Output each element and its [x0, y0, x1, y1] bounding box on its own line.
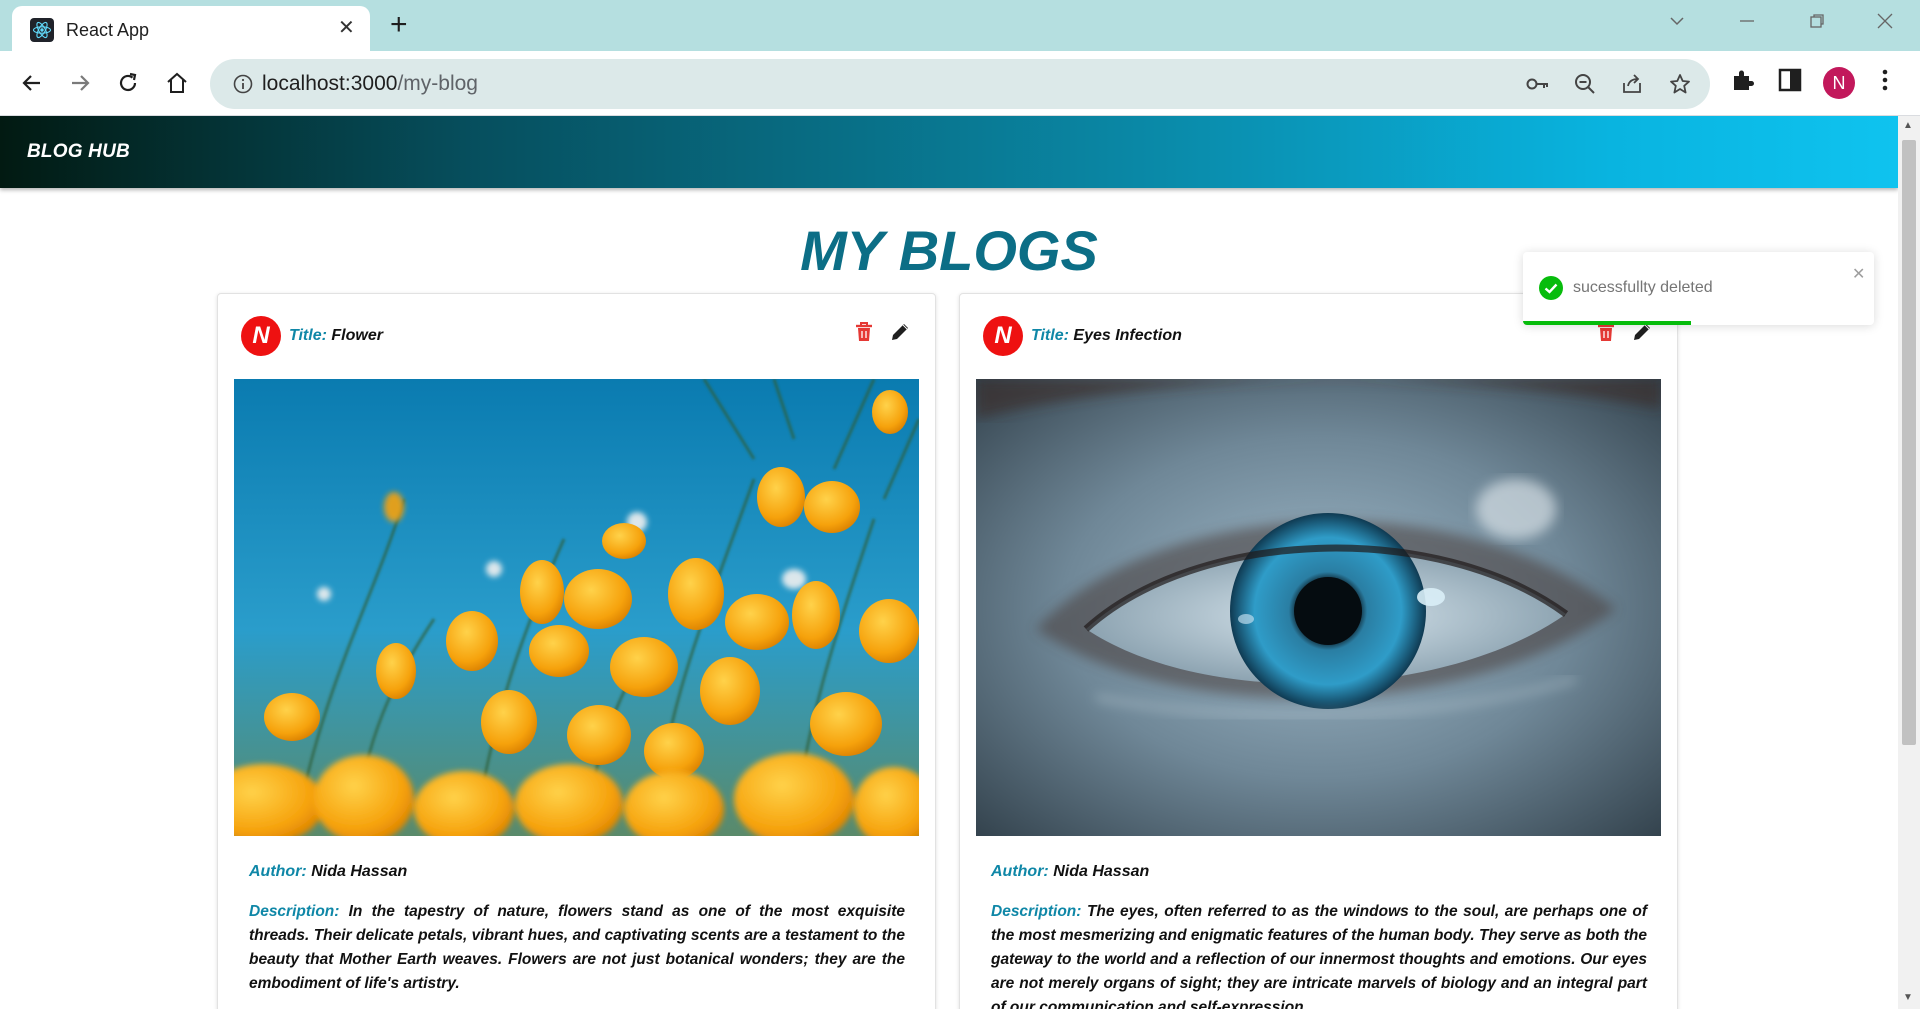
description-value: In the tapestry of nature, flowers stand…	[249, 903, 905, 992]
tab-title: React App	[66, 20, 150, 40]
url-path: /my-blog	[397, 72, 478, 95]
site-info-icon[interactable]	[232, 73, 254, 100]
author-label: Author:	[991, 863, 1049, 880]
blog-author: Author: Nida Hassan	[991, 863, 1149, 881]
title-label: Title:	[1031, 327, 1069, 344]
toast-notification: sucessfullty deleted ✕	[1523, 252, 1874, 325]
blog-author: Author: Nida Hassan	[249, 863, 407, 881]
title-value: Eyes Infection	[1073, 327, 1182, 344]
kebab-menu-icon[interactable]	[1880, 67, 1890, 98]
description-label: Description:	[249, 903, 340, 920]
description-label: Description:	[991, 903, 1082, 920]
back-arrow-icon[interactable]	[16, 67, 48, 99]
app-navbar: BLOG HUB	[0, 116, 1898, 188]
browser-tab[interactable]: React App ✕	[12, 6, 370, 51]
browser-tab-strip: React App ✕ +	[0, 0, 1920, 51]
blog-card: N Title: Flower Author: Nida Hassan Desc…	[217, 293, 936, 1009]
new-tab-plus-icon[interactable]: +	[390, 10, 408, 40]
success-check-icon	[1539, 276, 1563, 305]
extensions-puzzle-icon[interactable]	[1730, 67, 1756, 98]
blog-description: Description: The eyes, often referred to…	[991, 900, 1647, 1009]
blog-description: Description: In the tapestry of nature, …	[249, 900, 905, 996]
delete-trash-icon[interactable]	[853, 320, 875, 344]
blog-title: Title: Flower	[289, 327, 383, 345]
tab-close-icon[interactable]: ✕	[338, 16, 355, 40]
scrollbar-thumb[interactable]	[1902, 140, 1916, 745]
profile-avatar[interactable]: N	[1823, 67, 1855, 99]
forward-arrow-icon[interactable]	[64, 67, 96, 99]
address-bar[interactable]: localhost:3000/my-blog	[210, 59, 1710, 109]
bookmark-star-icon[interactable]	[1668, 72, 1692, 101]
author-label: Author:	[249, 863, 307, 880]
toast-progress-bar	[1523, 321, 1692, 325]
toast-message: sucessfullty deleted	[1573, 279, 1713, 296]
title-label: Title:	[289, 327, 327, 344]
blog-image-eye	[976, 379, 1661, 836]
key-icon[interactable]	[1525, 72, 1551, 101]
minimize-icon[interactable]	[1738, 12, 1756, 36]
blog-card: N Title: Eyes Infection Author: Nida Has…	[959, 293, 1678, 1009]
close-window-icon[interactable]	[1876, 12, 1894, 36]
tab-search-chevron-icon[interactable]	[1668, 12, 1686, 36]
restore-icon[interactable]	[1808, 12, 1826, 36]
share-icon[interactable]	[1620, 72, 1644, 101]
description-value: The eyes, often referred to as the windo…	[991, 903, 1648, 1009]
page-viewport: BLOG HUB MY BLOGS N Title: Flower Author…	[0, 116, 1898, 1009]
blog-title: Title: Eyes Infection	[1031, 327, 1182, 345]
react-logo-icon	[30, 18, 54, 42]
author-value: Nida Hassan	[1053, 863, 1150, 880]
brand-logo[interactable]: BLOG HUB	[27, 141, 130, 163]
url-host: localhost:3000	[262, 72, 398, 95]
author-avatar: N	[983, 316, 1023, 356]
browser-toolbar: localhost:3000/my-blog N	[0, 51, 1920, 116]
title-value: Flower	[331, 327, 383, 344]
author-value: Nida Hassan	[311, 863, 408, 880]
edit-pencil-icon[interactable]	[888, 320, 912, 344]
scroll-up-arrow-icon[interactable]: ▲	[1903, 120, 1913, 131]
url-text: localhost:3000/my-blog	[262, 72, 478, 96]
scroll-down-arrow-icon[interactable]: ▼	[1903, 992, 1913, 1003]
reload-icon[interactable]	[112, 67, 144, 99]
home-icon[interactable]	[161, 67, 193, 99]
side-panel-icon[interactable]	[1778, 67, 1802, 98]
page-scrollbar[interactable]: ▲ ▼	[1898, 116, 1920, 1009]
toast-close-icon[interactable]: ✕	[1852, 264, 1865, 284]
zoom-out-icon[interactable]	[1573, 72, 1597, 101]
blog-image-flower	[234, 379, 919, 836]
author-avatar: N	[241, 316, 281, 356]
